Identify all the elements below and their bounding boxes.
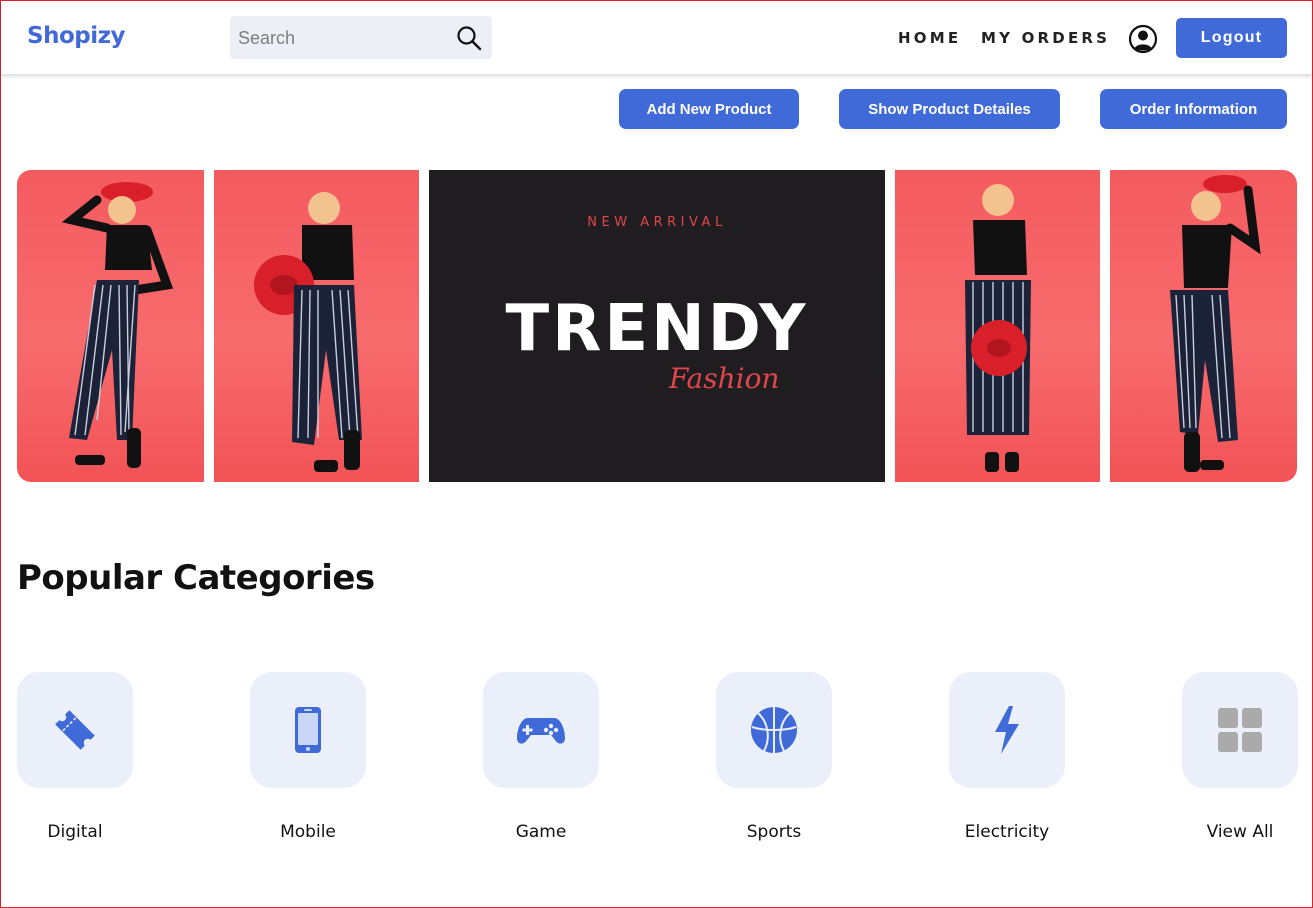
- bolt-icon: [995, 706, 1019, 754]
- banner-script-text: Fashion: [669, 362, 780, 395]
- ticket-icon: [55, 710, 95, 750]
- nav-my-orders-link[interactable]: MY ORDERS: [981, 29, 1110, 47]
- category-view-all[interactable]: View All: [1182, 672, 1298, 842]
- model-illustration: [61, 182, 174, 468]
- search-box: [230, 16, 492, 59]
- category-electricity[interactable]: Electricity: [949, 672, 1065, 842]
- category-sports[interactable]: Sports: [716, 672, 832, 842]
- mobile-icon: [295, 707, 321, 753]
- category-game[interactable]: Game: [483, 672, 599, 842]
- hero-banner: NEW ARRIVAL TRENDY Fashion: [17, 170, 1297, 482]
- search-icon[interactable]: [456, 25, 482, 51]
- category-label: Digital: [47, 822, 103, 842]
- category-label: Electricity: [964, 822, 1050, 842]
- banner-kicker: NEW ARRIVAL: [587, 215, 727, 230]
- banner-model-photo: [17, 170, 204, 482]
- popular-categories-heading: Popular Categories: [17, 558, 375, 598]
- order-information-button[interactable]: Order Information: [1100, 89, 1287, 129]
- banner-model-photo: [895, 170, 1100, 482]
- gamepad-icon: [517, 718, 565, 744]
- category-tile[interactable]: [17, 672, 133, 788]
- add-new-product-button[interactable]: Add New Product: [619, 89, 799, 129]
- model-illustration: [965, 184, 1031, 472]
- category-mobile[interactable]: Mobile: [250, 672, 366, 842]
- brand-logo[interactable]: Shopizy: [27, 23, 125, 49]
- category-tile[interactable]: [1182, 672, 1298, 788]
- banner-promo-panel[interactable]: NEW ARRIVAL TRENDY Fashion: [429, 170, 885, 482]
- model-illustration: [1170, 175, 1261, 472]
- logout-button[interactable]: Logout: [1176, 18, 1287, 58]
- category-tile[interactable]: [483, 672, 599, 788]
- user-account-icon[interactable]: [1128, 24, 1158, 54]
- search-input[interactable]: [238, 26, 448, 50]
- top-navbar: Shopizy HOME MY ORDERS Logout: [1, 1, 1312, 75]
- category-label: Mobile: [280, 822, 336, 842]
- grid-icon: [1218, 708, 1262, 752]
- banner-model-photo: [1110, 170, 1297, 482]
- basketball-icon: [751, 707, 797, 753]
- category-label: View All: [1206, 822, 1274, 842]
- category-label: Game: [515, 822, 567, 842]
- banner-headline: TRENDY: [505, 292, 809, 366]
- nav-home-link[interactable]: HOME: [898, 29, 961, 47]
- category-tile[interactable]: [949, 672, 1065, 788]
- show-product-details-button[interactable]: Show Product Detailes: [839, 89, 1060, 129]
- category-digital[interactable]: Digital: [17, 672, 133, 842]
- banner-model-photo: [214, 170, 419, 482]
- category-tile[interactable]: [716, 672, 832, 788]
- category-tile[interactable]: [250, 672, 366, 788]
- category-label: Sports: [746, 822, 802, 842]
- model-illustration: [254, 192, 362, 472]
